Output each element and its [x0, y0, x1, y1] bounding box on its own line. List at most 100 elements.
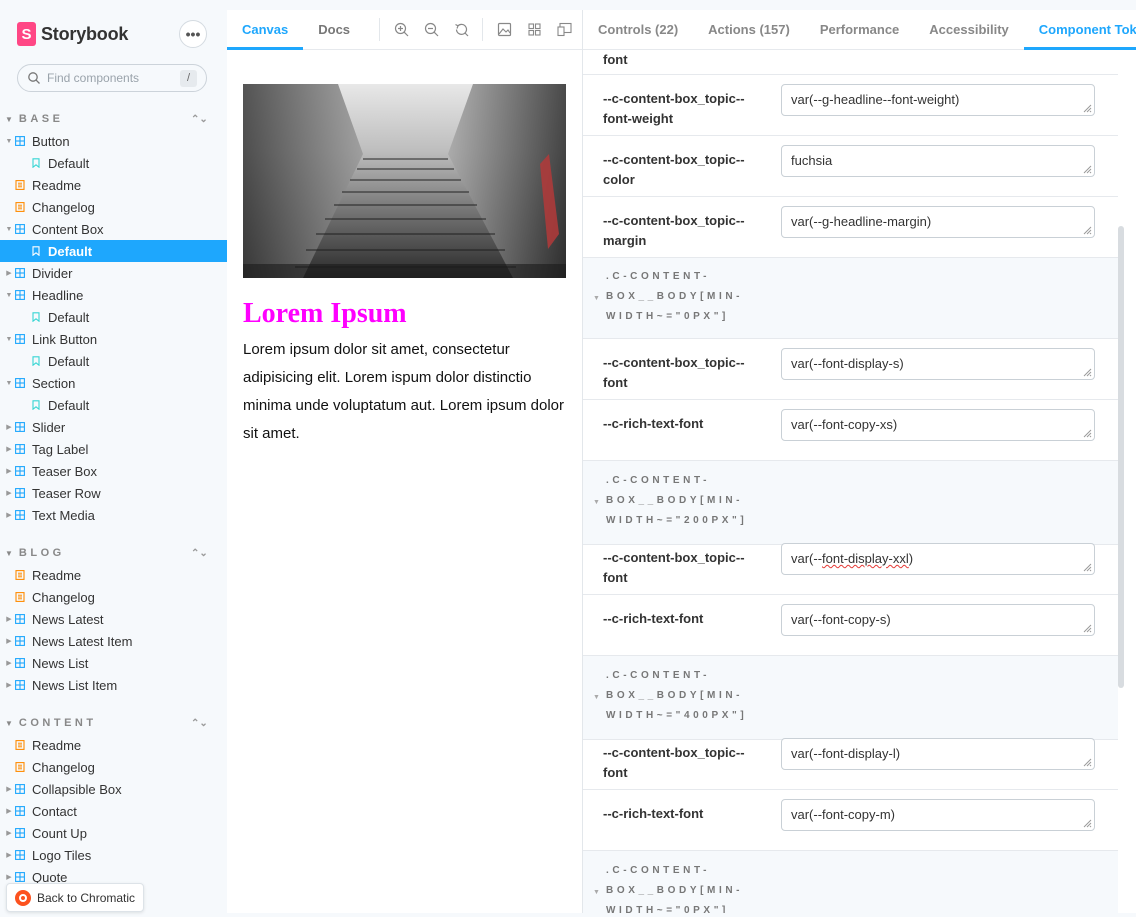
token-value-input[interactable]: var(--font-copy-s) — [781, 604, 1095, 636]
tab-performance[interactable]: Performance — [805, 10, 914, 49]
sidebar-item-label: Default — [48, 155, 90, 171]
token-value-input[interactable]: var(--font-display-s) — [781, 348, 1095, 380]
search-input[interactable]: Find components — [47, 71, 180, 85]
token-value-input[interactable]: var(--g-headline--font-weight) — [781, 84, 1095, 116]
tab-canvas[interactable]: Canvas — [227, 10, 304, 50]
sidebar-item-news-latest[interactable]: ▶ News Latest — [0, 608, 227, 630]
resize-handle-icon[interactable] — [1083, 819, 1092, 828]
sidebar-item-text-media[interactable]: ▶ Text Media — [0, 504, 227, 526]
sidebar-item-news-list[interactable]: ▶ News List — [0, 652, 227, 674]
token-value-input[interactable]: var(--font-copy-m) — [781, 799, 1095, 831]
token-section-header[interactable]: ▼ .C-CONTENT-BOX__BODY[MIN-WIDTH~="400PX"… — [583, 656, 1118, 740]
sidebar-group-base[interactable]: ▼ BASE ⌃⌄ — [0, 108, 227, 130]
sidebar-item-label: Slider — [32, 419, 66, 435]
token-value-input[interactable]: fuchsia — [781, 145, 1095, 177]
sidebar-item-default[interactable]: Default — [0, 306, 227, 328]
sidebar-item-content-box[interactable]: ▼ Content Box — [0, 218, 227, 240]
sidebar-item-divider[interactable]: ▶ Divider — [0, 262, 227, 284]
resize-handle-icon[interactable] — [1083, 758, 1092, 767]
sidebar-group-blog[interactable]: ▼ BLOG ⌃⌄ — [0, 542, 227, 564]
sidebar-item-changelog[interactable]: Changelog — [0, 586, 227, 608]
sidebar-item-label: Link Button — [32, 331, 98, 347]
tab-docs[interactable]: Docs — [303, 10, 365, 49]
resize-handle-icon[interactable] — [1083, 563, 1092, 572]
sidebar-item-news-list-item[interactable]: ▶ News List Item — [0, 674, 227, 696]
tab-actions[interactable]: Actions (157) — [693, 10, 805, 49]
sidebar-item-label: Divider — [32, 265, 73, 281]
token-section-header[interactable]: ▼ .C-CONTENT-BOX__BODY[MIN-WIDTH~="0PX"] — [583, 851, 1118, 913]
sidebar-item-changelog[interactable]: Changelog — [0, 196, 227, 218]
sidebar-item-slider[interactable]: ▶ Slider — [0, 416, 227, 438]
sidebar-item-button[interactable]: ▼ Button — [0, 130, 227, 152]
resize-handle-icon[interactable] — [1083, 368, 1092, 377]
scrollbar-thumb[interactable] — [1118, 226, 1124, 688]
component-icon — [15, 268, 25, 278]
addons-panel: Controls (22) Actions (157) Performance … — [583, 10, 1136, 913]
search-box[interactable]: Find components / — [17, 64, 207, 92]
expand-collapse-icon[interactable]: ⌃⌄ — [191, 114, 208, 125]
zoom-in-button[interactable] — [386, 10, 416, 49]
token-value-input[interactable]: var(--font-display-l) — [781, 738, 1095, 770]
back-to-chromatic-button[interactable]: Back to Chromatic — [6, 883, 145, 912]
sidebar-item-readme[interactable]: Readme — [0, 174, 227, 196]
story-preview: Lorem Ipsum Lorem ipsum dolor sit amet, … — [243, 84, 566, 448]
token-value-input[interactable]: var(--font-copy-xs) — [781, 409, 1095, 441]
caret-right-icon: ▶ — [6, 512, 12, 519]
caret-right-icon: ▶ — [6, 852, 12, 859]
sidebar-item-news-latest-item[interactable]: ▶ News Latest Item — [0, 630, 227, 652]
storybook-logo-icon: S — [17, 22, 36, 46]
sidebar-item-label: Content Box — [32, 221, 104, 237]
token-section-header[interactable]: ▼ .C-CONTENT-BOX__BODY[MIN-WIDTH~="0PX"] — [583, 258, 1118, 339]
preview-headline: Lorem Ipsum — [243, 298, 407, 329]
sidebar-item-teaser-box[interactable]: ▶ Teaser Box — [0, 460, 227, 482]
expand-collapse-icon[interactable]: ⌃⌄ — [191, 548, 208, 559]
background-button[interactable] — [489, 10, 519, 49]
token-name: --c-content-box_topic--margin — [603, 213, 745, 248]
sidebar-item-headline[interactable]: ▼ Headline — [0, 284, 227, 306]
token-row: --c-content-box_topic--margin var(--g-hea… — [583, 197, 1118, 258]
sidebar-group-content[interactable]: ▼ CONTENT ⌃⌄ — [0, 712, 227, 734]
zoom-reset-button[interactable] — [446, 10, 476, 49]
sidebar-item-readme[interactable]: Readme — [0, 564, 227, 586]
component-icon — [15, 784, 25, 794]
tab-component-tokens[interactable]: Component Tokens — [1023, 10, 1136, 50]
grid-icon — [527, 23, 541, 36]
grid-button[interactable] — [519, 10, 549, 49]
sidebar-item-contact[interactable]: ▶ Contact — [0, 800, 227, 822]
sidebar-item-collapsible-box[interactable]: ▶ Collapsible Box — [0, 778, 227, 800]
brand[interactable]: S Storybook — [17, 22, 128, 46]
caret-down-icon: ▼ — [5, 291, 13, 299]
sidebar-item-link-button[interactable]: ▼ Link Button — [0, 328, 227, 350]
sidebar-menu-button[interactable]: ••• — [179, 20, 207, 48]
resize-handle-icon[interactable] — [1083, 165, 1092, 174]
token-value-input[interactable]: var(--font-display-xxl) — [781, 543, 1095, 575]
expand-collapse-icon[interactable]: ⌃⌄ — [191, 718, 208, 729]
resize-handle-icon[interactable] — [1083, 226, 1092, 235]
toolbar-divider — [482, 18, 484, 41]
sidebar-item-teaser-row[interactable]: ▶ Teaser Row — [0, 482, 227, 504]
document-icon — [15, 180, 25, 190]
sidebar-item-section[interactable]: ▼ Section — [0, 372, 227, 394]
caret-down-icon: ▼ — [5, 379, 13, 387]
sidebar-item-count-up[interactable]: ▶ Count Up — [0, 822, 227, 844]
viewport-button[interactable] — [549, 10, 579, 49]
tab-accessibility[interactable]: Accessibility — [914, 10, 1024, 49]
resize-handle-icon[interactable] — [1083, 624, 1092, 633]
component-icon — [15, 488, 25, 498]
sidebar-item-default[interactable]: Default — [0, 350, 227, 372]
token-section-header[interactable]: ▼ .C-CONTENT-BOX__BODY[MIN-WIDTH~="200PX"… — [583, 461, 1118, 545]
resize-handle-icon[interactable] — [1083, 104, 1092, 113]
sidebar-item-readme[interactable]: Readme — [0, 734, 227, 756]
token-value-input[interactable]: var(--g-headline-margin) — [781, 206, 1095, 238]
sidebar-item-tag-label[interactable]: ▶ Tag Label — [0, 438, 227, 460]
tab-controls[interactable]: Controls (22) — [583, 10, 693, 49]
sidebar-item-logo-tiles[interactable]: ▶ Logo Tiles — [0, 844, 227, 866]
sidebar-item-changelog[interactable]: Changelog — [0, 756, 227, 778]
zoom-out-button[interactable] — [416, 10, 446, 49]
sidebar-item-default[interactable]: Default — [0, 152, 227, 174]
bookmark-icon — [32, 356, 40, 366]
group-title-label: BASE — [18, 113, 64, 125]
sidebar-item-default[interactable]: Default — [0, 394, 227, 416]
sidebar-item-default[interactable]: Default — [0, 240, 227, 262]
resize-handle-icon[interactable] — [1083, 429, 1092, 438]
